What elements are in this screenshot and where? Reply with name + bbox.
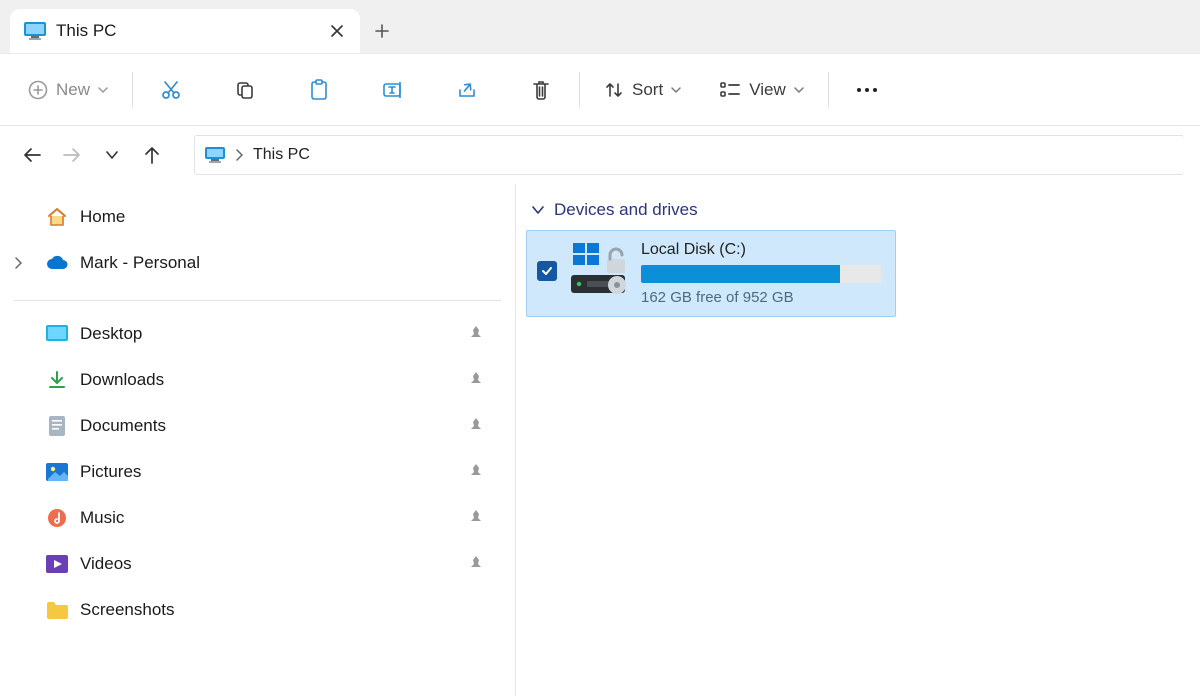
- home-icon: [44, 206, 70, 228]
- share-icon: [456, 80, 478, 100]
- drive-free-text: 162 GB free of 952 GB: [641, 289, 883, 306]
- more-button[interactable]: [847, 70, 887, 110]
- sort-label: Sort: [632, 80, 663, 100]
- sidebar-item-label: Desktop: [80, 324, 142, 344]
- sidebar-item-label: Mark - Personal: [80, 253, 200, 273]
- scissors-icon: [160, 79, 182, 101]
- view-button[interactable]: View: [713, 70, 810, 110]
- sidebar-item-label: Music: [80, 508, 124, 528]
- trash-icon: [531, 79, 551, 101]
- separator: [579, 72, 580, 108]
- toolbar: New: [0, 54, 1200, 126]
- section-devices-and-drives[interactable]: Devices and drives: [526, 198, 1200, 230]
- download-icon: [44, 369, 70, 391]
- pin-icon: [469, 464, 483, 480]
- ellipsis-icon: [855, 86, 879, 94]
- chevron-right-icon[interactable]: [14, 257, 22, 269]
- copy-icon: [235, 80, 255, 100]
- new-tab-button[interactable]: [360, 9, 404, 53]
- pin-icon: [469, 372, 483, 388]
- sidebar-item-label: Pictures: [80, 462, 141, 482]
- sidebar-item-desktop[interactable]: Desktop: [0, 311, 515, 357]
- up-button[interactable]: [136, 139, 168, 171]
- sidebar-item-label: Documents: [80, 416, 166, 436]
- content-pane: Devices and drives: [516, 184, 1200, 696]
- tab-strip: This PC: [0, 0, 1200, 54]
- back-button[interactable]: [16, 139, 48, 171]
- drive-usage-fill: [641, 265, 840, 283]
- sidebar-item-music[interactable]: Music: [0, 495, 515, 541]
- share-button[interactable]: [447, 70, 487, 110]
- folder-icon: [44, 599, 70, 621]
- videos-icon: [44, 553, 70, 575]
- music-icon: [44, 507, 70, 529]
- sidebar-item-onedrive[interactable]: Mark - Personal: [0, 240, 515, 286]
- sidebar-item-videos[interactable]: Videos: [0, 541, 515, 587]
- navigation-pane: Home Mark - Personal Desktop: [0, 184, 516, 696]
- sidebar-item-label: Home: [80, 207, 125, 227]
- view-icon: [719, 81, 741, 99]
- cut-button[interactable]: [151, 70, 191, 110]
- delete-button[interactable]: [521, 70, 561, 110]
- clipboard-icon: [309, 79, 329, 101]
- pictures-icon: [44, 461, 70, 483]
- cloud-icon: [44, 252, 70, 274]
- close-tab-button[interactable]: [328, 22, 346, 40]
- address-row: This PC: [0, 126, 1200, 184]
- chevron-down-icon: [98, 86, 108, 94]
- monitor-icon: [24, 22, 46, 40]
- section-title: Devices and drives: [554, 200, 698, 220]
- copy-button[interactable]: [225, 70, 265, 110]
- pin-icon: [469, 510, 483, 526]
- pin-icon: [469, 418, 483, 434]
- chevron-down-icon: [794, 86, 804, 94]
- drive-usage-bar: [641, 265, 881, 283]
- drive-local-disk-c[interactable]: Local Disk (C:) 162 GB free of 952 GB: [526, 230, 896, 317]
- chevron-down-icon: [671, 86, 681, 94]
- sidebar-item-screenshots[interactable]: Screenshots: [0, 587, 515, 633]
- sidebar-item-downloads[interactable]: Downloads: [0, 357, 515, 403]
- sidebar-item-documents[interactable]: Documents: [0, 403, 515, 449]
- desktop-icon: [44, 323, 70, 345]
- sidebar-item-pictures[interactable]: Pictures: [0, 449, 515, 495]
- new-label: New: [56, 80, 90, 100]
- tab-this-pc[interactable]: This PC: [10, 9, 360, 53]
- pin-icon: [469, 326, 483, 342]
- separator: [14, 300, 501, 301]
- sidebar-item-home[interactable]: Home: [0, 194, 515, 240]
- sidebar-item-label: Videos: [80, 554, 132, 574]
- sidebar-item-label: Screenshots: [80, 600, 175, 620]
- chevron-down-icon: [532, 205, 544, 215]
- pin-icon: [469, 556, 483, 572]
- chevron-right-icon[interactable]: [235, 149, 243, 161]
- drive-name: Local Disk (C:): [641, 241, 883, 259]
- rename-button[interactable]: [373, 70, 413, 110]
- view-label: View: [749, 80, 786, 100]
- drive-meta: Local Disk (C:) 162 GB free of 952 GB: [641, 241, 883, 306]
- sidebar-item-label: Downloads: [80, 370, 164, 390]
- sort-button[interactable]: Sort: [598, 70, 687, 110]
- plus-circle-icon: [28, 80, 48, 100]
- checkbox-checked-icon[interactable]: [537, 261, 557, 281]
- recent-locations-button[interactable]: [96, 139, 128, 171]
- drive-icon: [569, 241, 629, 297]
- breadcrumb-location[interactable]: This PC: [253, 146, 310, 164]
- new-button[interactable]: New: [22, 70, 114, 110]
- separator: [132, 72, 133, 108]
- forward-button[interactable]: [56, 139, 88, 171]
- tab-title: This PC: [56, 21, 318, 41]
- address-bar[interactable]: This PC: [194, 135, 1184, 175]
- rename-icon: [382, 80, 404, 100]
- sort-icon: [604, 80, 624, 100]
- documents-icon: [44, 415, 70, 437]
- monitor-icon: [205, 147, 225, 163]
- separator: [828, 72, 829, 108]
- paste-button[interactable]: [299, 70, 339, 110]
